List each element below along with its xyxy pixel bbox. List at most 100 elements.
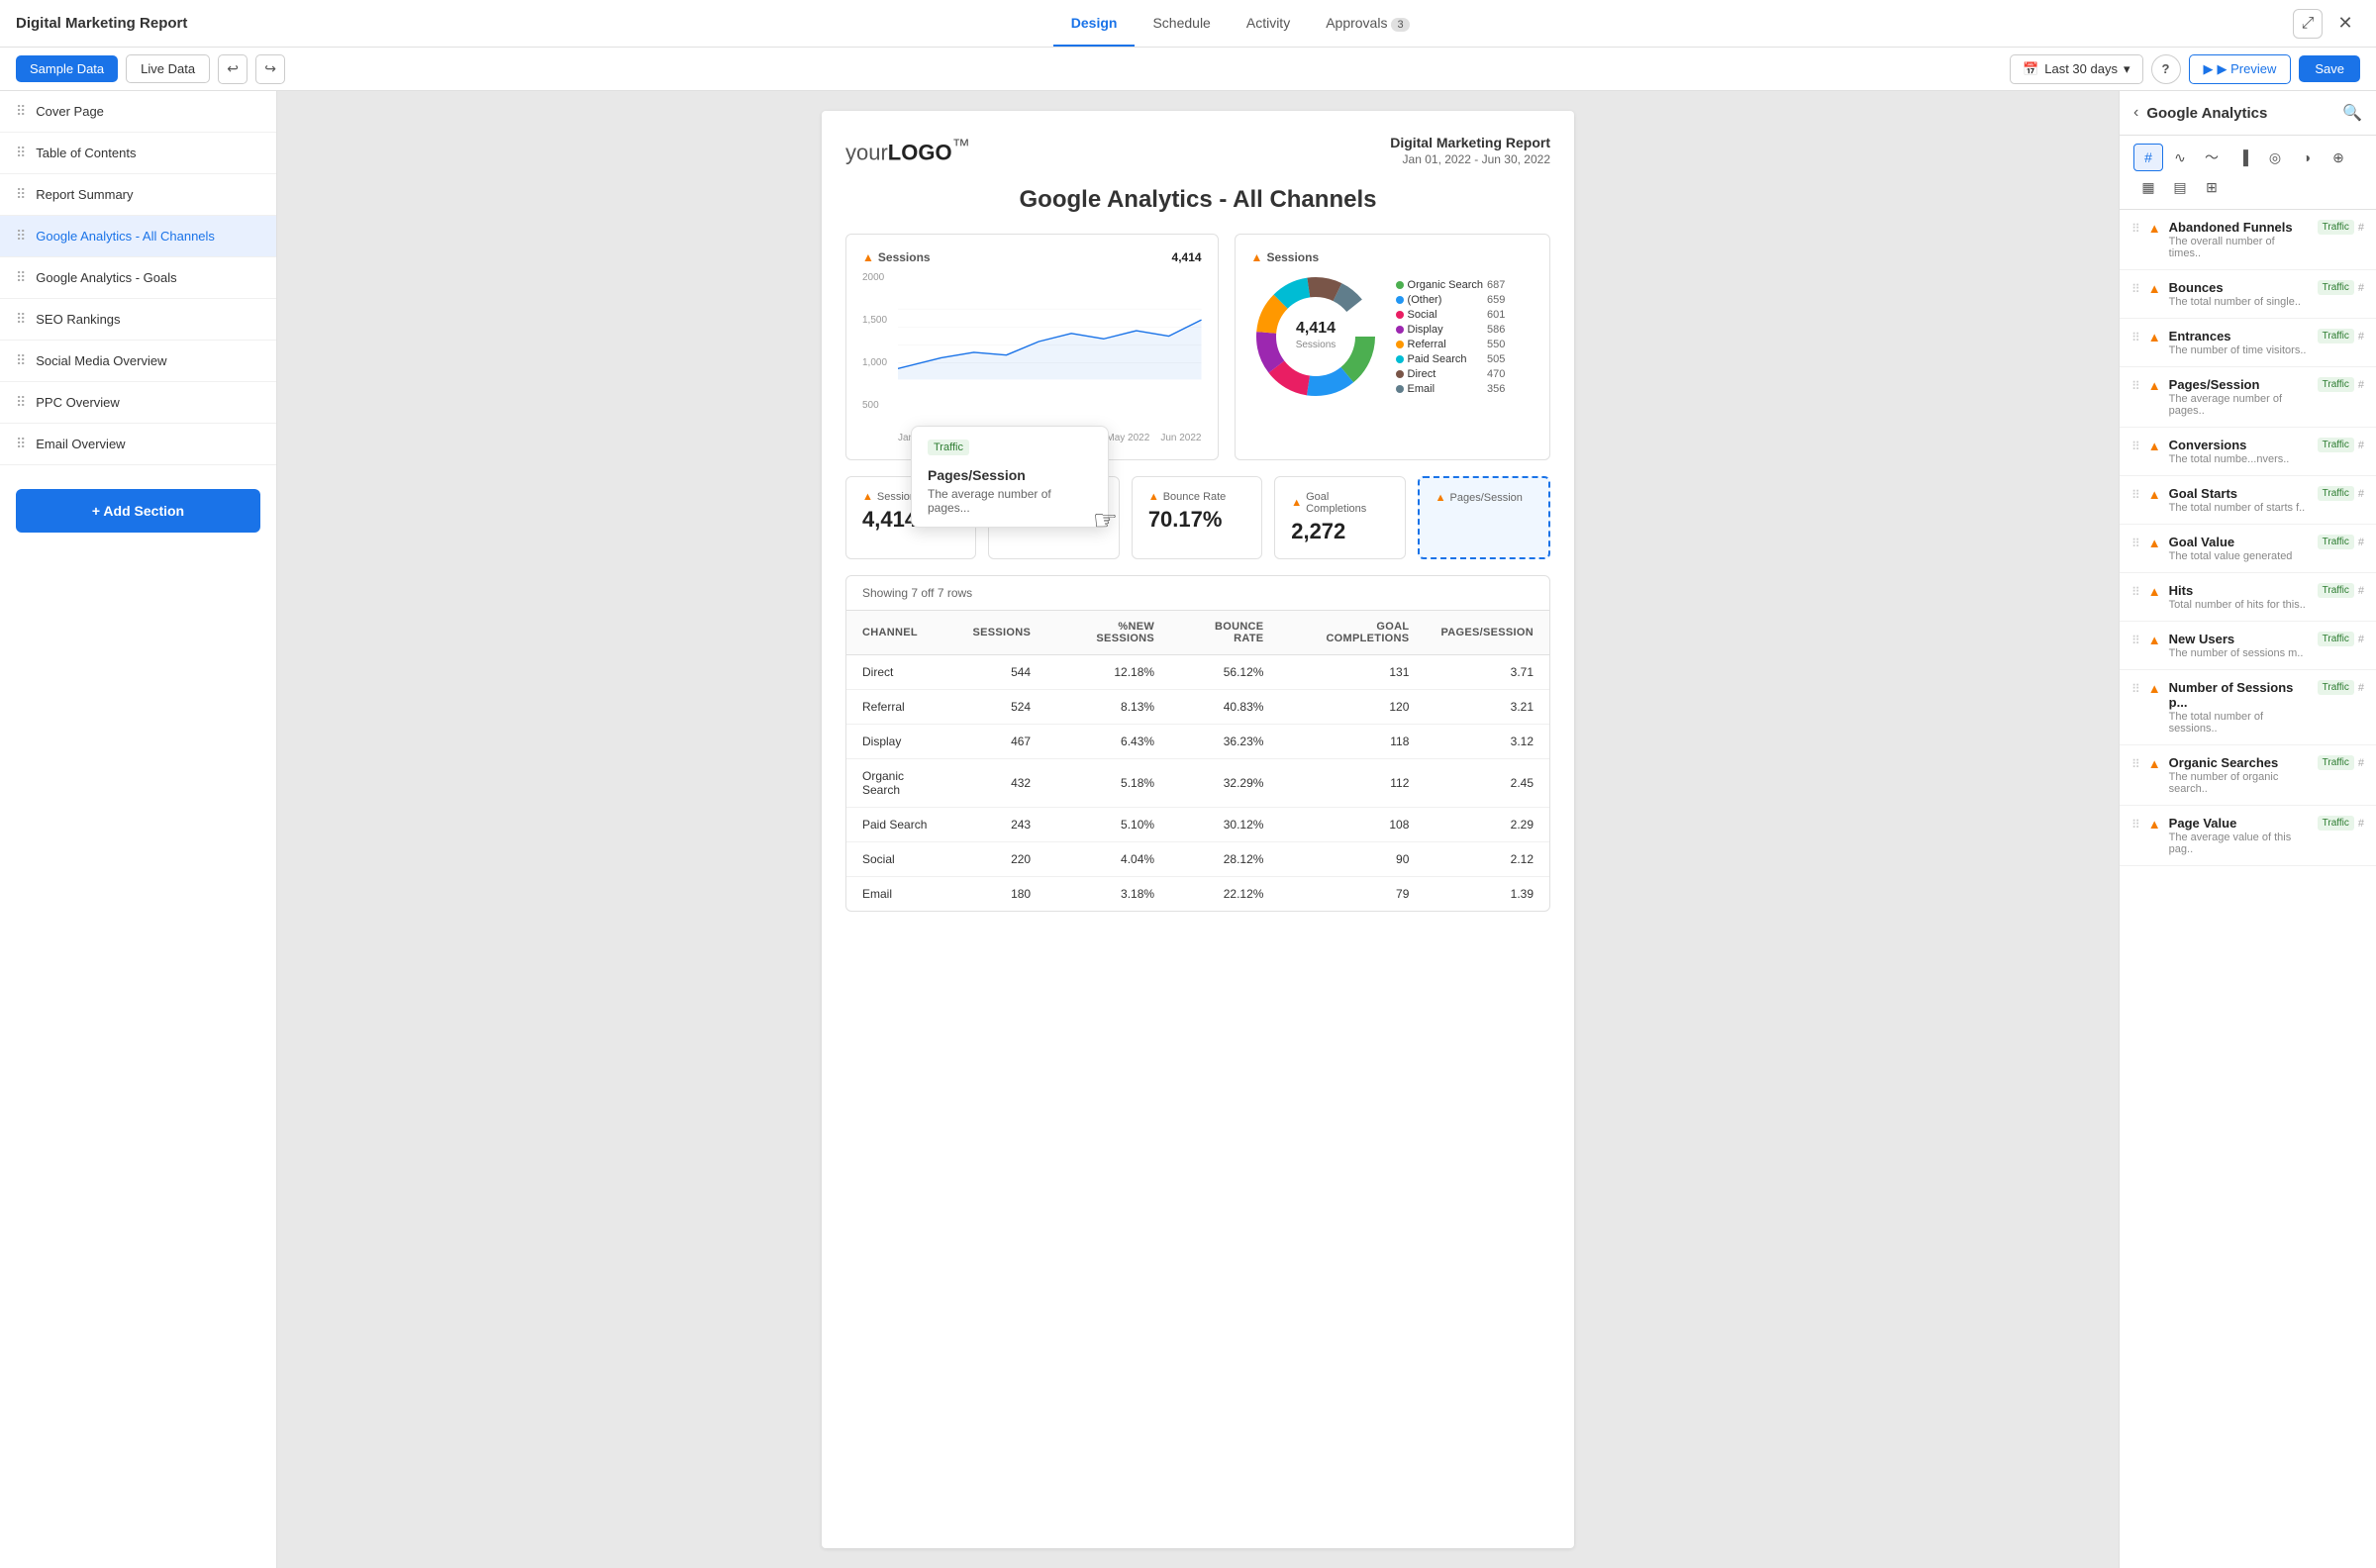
sidebar-label-cover-page: Cover Page xyxy=(36,104,104,119)
hash-icon[interactable]: # xyxy=(2358,818,2364,830)
tab-design[interactable]: Design xyxy=(1053,1,1136,47)
back-button[interactable]: ‹ xyxy=(2133,104,2138,122)
table-cell: 118 xyxy=(1279,725,1425,759)
search-icon[interactable]: 🔍 xyxy=(2342,103,2362,123)
hash-icon[interactable]: # xyxy=(2358,757,2364,769)
metric-list-item-pages-session[interactable]: ⠿ ▲ Pages/Session The average number of … xyxy=(2120,367,2376,428)
hash-icon[interactable]: # xyxy=(2358,634,2364,645)
help-button[interactable]: ? xyxy=(2151,54,2181,84)
metric-chart-icon: ▲ xyxy=(2148,281,2161,296)
metric-info: Abandoned Funnels The overall number of … xyxy=(2169,220,2310,259)
legend-item-display: Display 586 xyxy=(1396,324,1506,336)
metric-info: Goal Starts The total number of starts f… xyxy=(2169,486,2310,514)
icon-tool-bar-chart[interactable]: ▐ xyxy=(2228,144,2258,171)
sidebar: ⠿ Cover Page ⠿ Table of Contents ⠿ Repor… xyxy=(0,91,277,1568)
share-button[interactable]: ⤢ xyxy=(2293,9,2323,39)
sidebar-item-report-summary[interactable]: ⠿ Report Summary xyxy=(0,174,276,216)
sidebar-item-ppc-overview[interactable]: ⠿ PPC Overview xyxy=(0,382,276,424)
sidebar-item-email-overview[interactable]: ⠿ Email Overview xyxy=(0,424,276,465)
metric-list-item-goal-value[interactable]: ⠿ ▲ Goal Value The total value generated… xyxy=(2120,525,2376,573)
metric-chart-icon: ▲ xyxy=(2148,536,2161,550)
hash-icon[interactable]: # xyxy=(2358,537,2364,548)
table-cell: 2.12 xyxy=(1425,842,1549,877)
icon-tool-wave[interactable]: 〜 xyxy=(2197,144,2227,171)
metric-card-pages-session[interactable]: ▲ Pages/Session xyxy=(1418,476,1550,559)
date-range-button[interactable]: 📅 Last 30 days ▾ xyxy=(2010,54,2142,84)
metric-list-item-goal-starts[interactable]: ⠿ ▲ Goal Starts The total number of star… xyxy=(2120,476,2376,525)
drag-handle: ⠿ xyxy=(2131,634,2140,647)
hash-icon[interactable]: # xyxy=(2358,222,2364,234)
icon-tool-dial[interactable]: ◎ xyxy=(2260,144,2290,171)
data-table: CHANNELSESSIONS%NEW SESSIONSBOUNCE RATEG… xyxy=(846,611,1549,911)
tooltip-title: Pages/Session xyxy=(928,467,1092,483)
redo-button[interactable]: ↪ xyxy=(255,54,285,84)
y-axis-labels: 20001,5001,000500 xyxy=(862,272,887,411)
icon-tool-area-chart[interactable]: ▦ xyxy=(2133,173,2163,201)
hash-icon[interactable]: # xyxy=(2358,585,2364,597)
metric-name: Goal Starts xyxy=(2169,486,2310,501)
col-header-pages-session: PAGES/SESSION xyxy=(1425,611,1549,655)
traffic-badge: Traffic xyxy=(2318,280,2354,295)
save-button[interactable]: Save xyxy=(2299,55,2360,82)
sidebar-item-google-analytics-goals[interactable]: ⠿ Google Analytics - Goals xyxy=(0,257,276,299)
metric-badges: Traffic # xyxy=(2318,280,2364,295)
table-cell: 3.71 xyxy=(1425,655,1549,690)
metric-name: Abandoned Funnels xyxy=(2169,220,2310,235)
col-header-goal-completions: GOAL COMPLETIONS xyxy=(1279,611,1425,655)
metric-info: Bounces The total number of single.. xyxy=(2169,280,2310,308)
hash-icon[interactable]: # xyxy=(2358,440,2364,451)
hash-icon[interactable]: # xyxy=(2358,331,2364,343)
metric-list-item-entrances[interactable]: ⠿ ▲ Entrances The number of time visitor… xyxy=(2120,319,2376,367)
icon-tool-pie[interactable]: ◑ xyxy=(2292,144,2322,171)
sidebar-item-social-media-overview[interactable]: ⠿ Social Media Overview xyxy=(0,341,276,382)
icon-tool-grid[interactable]: ⊞ xyxy=(2197,173,2227,201)
hash-icon[interactable]: # xyxy=(2358,488,2364,500)
sidebar-item-cover-page[interactable]: ⠿ Cover Page xyxy=(0,91,276,133)
hash-icon[interactable]: # xyxy=(2358,379,2364,391)
metric-list-item-new-users[interactable]: ⠿ ▲ New Users The number of sessions m..… xyxy=(2120,622,2376,670)
drag-handle-seo-rankings: ⠿ xyxy=(16,311,26,328)
legend-item-organic-search: Organic Search 687 xyxy=(1396,279,1506,291)
tab-activity[interactable]: Activity xyxy=(1229,1,1308,47)
preview-button[interactable]: ▶ ▶ Preview xyxy=(2189,54,2292,84)
sample-data-button[interactable]: Sample Data xyxy=(16,55,118,82)
table-cell: 180 xyxy=(956,877,1046,912)
table-row: Display4676.43%36.23%1183.12 xyxy=(846,725,1549,759)
tab-schedule[interactable]: Schedule xyxy=(1135,1,1228,47)
hash-icon[interactable]: # xyxy=(2358,282,2364,294)
sidebar-item-table-of-contents[interactable]: ⠿ Table of Contents xyxy=(0,133,276,174)
drag-handle-cover-page: ⠿ xyxy=(16,103,26,120)
metric-list-item-number-of-sessions[interactable]: ⠿ ▲ Number of Sessions p... The total nu… xyxy=(2120,670,2376,745)
add-section-button[interactable]: + Add Section xyxy=(16,489,260,533)
sidebar-item-seo-rankings[interactable]: ⠿ SEO Rankings xyxy=(0,299,276,341)
table-cell: 5.18% xyxy=(1046,759,1170,808)
sidebar-item-google-analytics-all-channels[interactable]: ⠿ Google Analytics - All Channels xyxy=(0,216,276,257)
tooltip-desc: The average number of pages... xyxy=(928,487,1092,515)
icon-tool-line-chart[interactable]: ∿ xyxy=(2165,144,2195,171)
metric-list-item-bounces[interactable]: ⠿ ▲ Bounces The total number of single..… xyxy=(2120,270,2376,319)
drag-handle: ⠿ xyxy=(2131,222,2140,236)
col-header-bounce-rate: BOUNCE RATE xyxy=(1170,611,1279,655)
live-data-button[interactable]: Live Data xyxy=(126,54,210,83)
table-cell: 3.12 xyxy=(1425,725,1549,759)
metric-list-item-abandoned-funnels[interactable]: ⠿ ▲ Abandoned Funnels The overall number… xyxy=(2120,210,2376,270)
metric-name: Goal Value xyxy=(2169,535,2310,549)
metric-badges: Traffic # xyxy=(2318,680,2364,695)
calendar-icon: 📅 xyxy=(2023,61,2038,77)
report-card: yourLOGO™ Digital Marketing Report Jan 0… xyxy=(822,111,1574,1548)
metric-badges: Traffic # xyxy=(2318,755,2364,770)
metric-chart-icon: ▲ xyxy=(2148,584,2161,599)
tab-approvals[interactable]: Approvals3 xyxy=(1308,1,1427,47)
undo-button[interactable]: ↩ xyxy=(218,54,248,84)
icon-tool-globe[interactable]: ⊕ xyxy=(2324,144,2353,171)
close-button[interactable]: ✕ xyxy=(2330,9,2360,39)
metric-list-item-conversions[interactable]: ⠿ ▲ Conversions The total numbe...nvers.… xyxy=(2120,428,2376,476)
hash-icon[interactable]: # xyxy=(2358,682,2364,694)
icon-tool-table[interactable]: ▤ xyxy=(2165,173,2195,201)
metric-list-item-organic-searches[interactable]: ⠿ ▲ Organic Searches The number of organ… xyxy=(2120,745,2376,806)
icon-tool-hash[interactable]: # xyxy=(2133,144,2163,171)
metric-list-item-hits[interactable]: ⠿ ▲ Hits Total number of hits for this..… xyxy=(2120,573,2376,622)
metric-list-item-page-value[interactable]: ⠿ ▲ Page Value The average value of this… xyxy=(2120,806,2376,866)
right-panel-title: Google Analytics xyxy=(2146,105,2334,122)
table-cell: 467 xyxy=(956,725,1046,759)
